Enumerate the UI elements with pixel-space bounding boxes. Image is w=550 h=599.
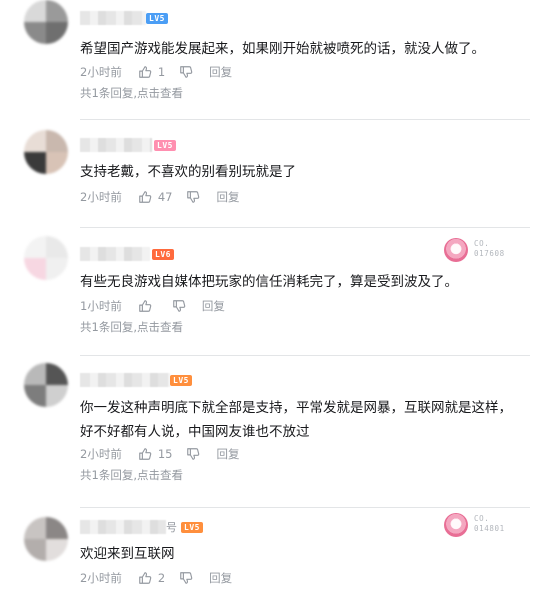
avatar[interactable] bbox=[24, 236, 68, 280]
level-badge: LV6 bbox=[152, 249, 174, 260]
comment-text: 希望国产游戏能发展起来，如果刚开始就被喷死的话，就没人做了。 bbox=[80, 41, 485, 57]
medal-icon bbox=[444, 238, 468, 262]
timestamp: 2小时前 bbox=[80, 65, 122, 79]
reply-button[interactable]: 回复 bbox=[209, 64, 232, 80]
medal-label: CO. bbox=[474, 239, 490, 248]
comment-item: LV6 CO. 017608 有些无良游戏自媒体把玩家的信任消耗完了，算是受到波… bbox=[0, 228, 550, 356]
level-badge: LV5 bbox=[146, 13, 168, 24]
thumbs-up-icon bbox=[139, 66, 152, 78]
view-replies-link[interactable]: 点击查看 bbox=[137, 468, 183, 482]
thumbs-up-icon bbox=[139, 572, 152, 584]
level-badge: LV5 bbox=[154, 140, 176, 151]
medal-number: 017608 bbox=[474, 249, 505, 258]
medal-label: CO. bbox=[474, 514, 490, 523]
comment-meta: 2小时前 1 回复 bbox=[80, 64, 232, 80]
replies-summary: 共1条回复,点击查看 bbox=[80, 467, 183, 483]
reply-button[interactable]: 回复 bbox=[202, 298, 225, 314]
like-button[interactable]: 2 bbox=[138, 571, 165, 585]
reply-button[interactable]: 回复 bbox=[209, 570, 232, 586]
comment-meta: 2小时前 47 回复 bbox=[80, 189, 239, 205]
like-count: 1 bbox=[157, 65, 166, 79]
username-redacted[interactable] bbox=[80, 520, 166, 534]
timestamp: 2小时前 bbox=[80, 190, 122, 204]
like-count: 2 bbox=[157, 571, 166, 585]
reply-count: 共1条回复, bbox=[80, 320, 137, 334]
replies-summary: 共1条回复,点击查看 bbox=[80, 319, 183, 335]
reply-button[interactable]: 回复 bbox=[216, 446, 239, 462]
comment-text: 欢迎来到互联网 bbox=[80, 546, 175, 562]
reply-count: 共1条回复, bbox=[80, 468, 137, 482]
username-redacted[interactable] bbox=[80, 11, 146, 25]
fan-medal-badge: CO. 017608 bbox=[444, 238, 526, 264]
thumbs-up-icon bbox=[139, 191, 152, 203]
comment-text: 有些无良游戏自媒体把玩家的信任消耗完了，算是受到波及了。 bbox=[80, 274, 458, 290]
thumbs-down-icon[interactable] bbox=[172, 299, 186, 313]
thumbs-up-icon bbox=[139, 448, 152, 460]
username-suffix: 号 bbox=[166, 521, 177, 534]
fan-medal-badge: CO. 014801 bbox=[444, 513, 526, 539]
comment-item: LV5 支持老戴，不喜欢的别看别玩就是了 2小时前 47 回复 bbox=[0, 120, 550, 228]
timestamp: 1小时前 bbox=[80, 299, 122, 313]
avatar[interactable] bbox=[24, 517, 68, 561]
timestamp: 2小时前 bbox=[80, 571, 122, 585]
avatar[interactable] bbox=[24, 130, 68, 174]
view-replies-link[interactable]: 点击查看 bbox=[137, 86, 183, 100]
comment-item: 号 LV5 CO. 014801 欢迎来到互联网 2小时前 2 回复 bbox=[0, 508, 550, 599]
replies-summary: 共1条回复,点击查看 bbox=[80, 85, 183, 101]
like-button[interactable]: 47 bbox=[138, 190, 173, 204]
timestamp: 2小时前 bbox=[80, 447, 122, 461]
reply-count: 共1条回复, bbox=[80, 86, 137, 100]
username-redacted[interactable] bbox=[80, 373, 170, 387]
username-redacted[interactable] bbox=[80, 138, 152, 152]
comment-meta: 1小时前 回复 bbox=[80, 298, 225, 314]
reply-button[interactable]: 回复 bbox=[216, 189, 239, 205]
level-badge: LV5 bbox=[170, 375, 192, 386]
like-count: 15 bbox=[157, 447, 173, 461]
comment-text: 支持老戴，不喜欢的别看别玩就是了 bbox=[80, 164, 296, 180]
comment-meta: 2小时前 2 回复 bbox=[80, 570, 232, 586]
comment-item: LV5 你一发这种声明底下就全部是支持，平常发就是网暴，互联网就是这样， 好不好… bbox=[0, 356, 550, 508]
like-button[interactable] bbox=[138, 299, 158, 313]
thumbs-up-icon bbox=[139, 300, 152, 312]
level-badge: LV5 bbox=[181, 522, 203, 533]
username-redacted[interactable] bbox=[80, 247, 150, 261]
comment-item: LV5 希望国产游戏能发展起来，如果刚开始就被喷死的话，就没人做了。 2小时前 … bbox=[0, 0, 550, 120]
thumbs-down-icon[interactable] bbox=[186, 447, 200, 461]
thumbs-down-icon[interactable] bbox=[179, 571, 193, 585]
like-count: 47 bbox=[157, 190, 173, 204]
avatar[interactable] bbox=[24, 0, 68, 44]
medal-icon bbox=[444, 513, 468, 537]
like-button[interactable]: 15 bbox=[138, 447, 173, 461]
view-replies-link[interactable]: 点击查看 bbox=[137, 320, 183, 334]
like-button[interactable]: 1 bbox=[138, 65, 165, 79]
avatar[interactable] bbox=[24, 363, 68, 407]
thumbs-down-icon[interactable] bbox=[179, 65, 193, 79]
medal-number: 014801 bbox=[474, 524, 505, 533]
comment-meta: 2小时前 15 回复 bbox=[80, 446, 239, 462]
comment-text: 你一发这种声明底下就全部是支持，平常发就是网暴，互联网就是这样， 好不好都有人说… bbox=[80, 400, 512, 440]
thumbs-down-icon[interactable] bbox=[186, 190, 200, 204]
